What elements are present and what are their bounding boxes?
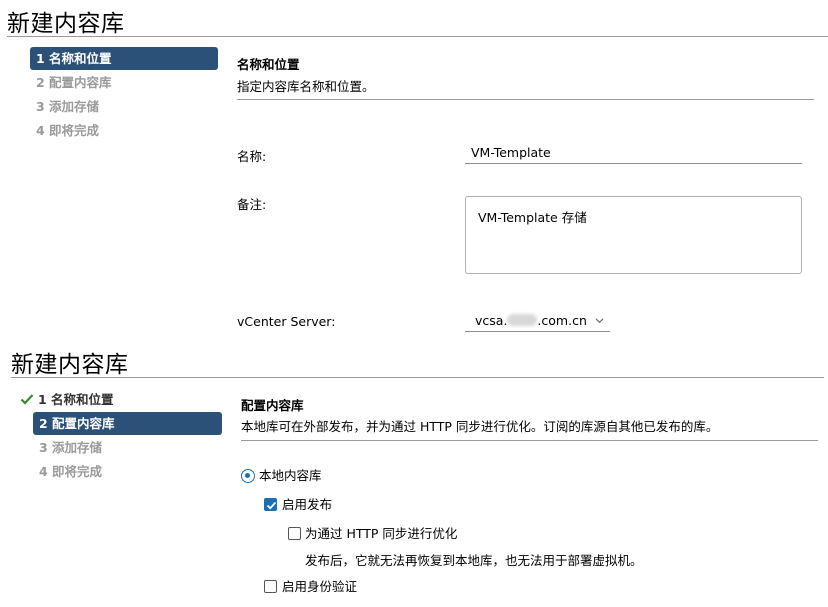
- title-divider: [7, 36, 828, 37]
- dialog-title-2: 新建内容库: [11, 352, 129, 378]
- title-divider-2: [11, 377, 824, 378]
- checkmark-icon: [20, 394, 34, 405]
- wizard-step-name-location[interactable]: 1 名称和位置: [30, 47, 218, 70]
- section-divider-2: [241, 440, 818, 441]
- section-title: 名称和位置: [237, 57, 300, 72]
- local-library-radio[interactable]: [241, 469, 255, 483]
- checkbox-checked-icon: [266, 501, 277, 510]
- name-label: 名称:: [237, 149, 267, 164]
- wizard-step-complete: 4 即将完成: [36, 123, 100, 138]
- wizard-step-storage: 3 添加存储: [36, 99, 100, 114]
- enable-auth-label: 启用身份验证: [282, 579, 358, 594]
- chevron-down-icon: [595, 318, 604, 324]
- wizard-step-name-location-done[interactable]: 1 名称和位置: [14, 388, 224, 411]
- notes-textarea[interactable]: VM-Template 存储: [465, 196, 802, 274]
- section-divider: [237, 99, 814, 100]
- wizard-step-complete-2: 4 即将完成: [39, 464, 103, 479]
- section-title-2: 配置内容库: [241, 398, 304, 413]
- notes-label: 备注:: [237, 197, 267, 212]
- local-library-label: 本地内容库: [259, 468, 322, 483]
- section-description-2: 本地库可在外部发布，并为通过 HTTP 同步进行优化。订阅的库源自其他已发布的库…: [241, 419, 719, 434]
- optimize-http-checkbox[interactable]: [288, 527, 301, 540]
- vcenter-suffix: .com.cn: [537, 313, 587, 328]
- vcenter-select[interactable]: vcsa. .com.cn: [465, 310, 610, 332]
- optimize-http-label: 为通过 HTTP 同步进行优化: [305, 526, 458, 541]
- wizard-step-storage-2: 3 添加存储: [39, 440, 103, 455]
- name-input[interactable]: [465, 142, 802, 164]
- wizard-step-configure: 2 配置内容库: [36, 75, 112, 90]
- step-label: 1 名称和位置: [38, 392, 114, 407]
- enable-publish-checkbox[interactable]: [264, 498, 277, 511]
- enable-publish-label: 启用发布: [282, 497, 333, 512]
- vcenter-label: vCenter Server:: [237, 314, 336, 329]
- dialog-title: 新建内容库: [7, 11, 125, 37]
- enable-auth-checkbox[interactable]: [264, 580, 277, 593]
- wizard-step-configure-active[interactable]: 2 配置内容库: [33, 412, 222, 435]
- redacted-text: [507, 314, 538, 326]
- vcenter-prefix: vcsa.: [475, 313, 508, 328]
- section-description: 指定内容库名称和位置。: [237, 79, 375, 94]
- optimize-note: 发布后，它就无法再恢复到本地库，也无法用于部署虚拟机。: [305, 553, 643, 568]
